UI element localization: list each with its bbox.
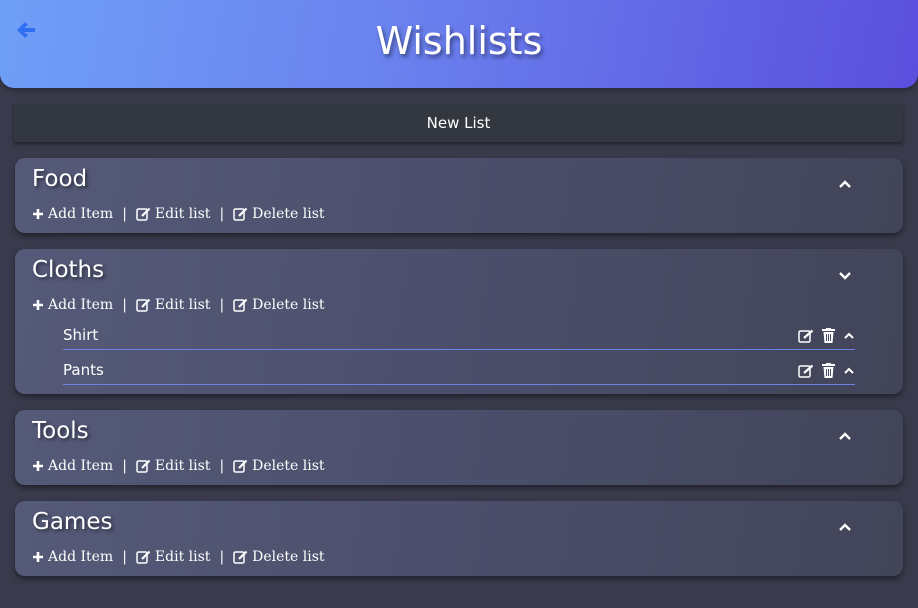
plus-icon bbox=[33, 552, 43, 562]
edit-icon bbox=[233, 298, 248, 312]
add-item-label: Add Item bbox=[48, 206, 114, 222]
page-title: Wishlists bbox=[375, 19, 543, 63]
list-title: Cloths bbox=[32, 257, 105, 283]
item-actions bbox=[798, 328, 855, 343]
edit-icon bbox=[136, 298, 151, 312]
edit-list-button[interactable]: Edit list bbox=[136, 295, 211, 315]
plus-icon bbox=[33, 461, 43, 471]
list-item-shirt: Shirt bbox=[63, 325, 855, 350]
separator: | bbox=[219, 549, 225, 565]
list-actions: Add Item | Edit list | Delete list bbox=[32, 456, 325, 476]
list-title: Games bbox=[32, 509, 113, 535]
list-card-cloths: Cloths Add Item | Edit list | Delete lis… bbox=[15, 249, 903, 394]
item-name: Pants bbox=[63, 361, 104, 379]
edit-list-button[interactable]: Edit list bbox=[136, 547, 211, 567]
list-item-pants: Pants bbox=[63, 360, 855, 385]
new-list-button[interactable]: New List bbox=[14, 104, 903, 142]
edit-icon bbox=[136, 459, 151, 473]
list-card-food: Food Add Item | Edit list | Delete list bbox=[15, 158, 903, 233]
chevron-up-icon[interactable] bbox=[838, 429, 852, 443]
add-item-button[interactable]: Add Item bbox=[32, 456, 113, 476]
list-title: Food bbox=[32, 166, 88, 192]
edit-list-button[interactable]: Edit list bbox=[136, 204, 211, 224]
chevron-down-icon[interactable] bbox=[838, 268, 852, 282]
add-item-button[interactable]: Add Item bbox=[32, 204, 113, 224]
list-actions: Add Item | Edit list | Delete list bbox=[32, 295, 325, 315]
plus-icon bbox=[33, 209, 43, 219]
separator: | bbox=[122, 206, 127, 222]
separator: | bbox=[122, 297, 127, 313]
separator: | bbox=[219, 297, 225, 313]
separator: | bbox=[122, 458, 127, 474]
edit-icon bbox=[233, 550, 248, 564]
delete-list-label: Delete list bbox=[252, 297, 325, 313]
edit-icon bbox=[136, 207, 151, 221]
list-actions: Add Item | Edit list | Delete list bbox=[32, 547, 325, 567]
edit-list-label: Edit list bbox=[154, 206, 211, 222]
delete-list-label: Delete list bbox=[252, 206, 325, 222]
trash-icon[interactable] bbox=[822, 328, 835, 343]
delete-list-button[interactable]: Delete list bbox=[233, 295, 325, 315]
edit-icon[interactable] bbox=[798, 364, 814, 378]
separator: | bbox=[122, 549, 127, 565]
delete-list-label: Delete list bbox=[252, 458, 325, 474]
list-card-games: Games Add Item | Edit list | Delete list bbox=[15, 501, 903, 576]
separator: | bbox=[219, 206, 225, 222]
edit-list-label: Edit list bbox=[154, 297, 211, 313]
header-bar: Wishlists bbox=[0, 0, 918, 88]
edit-list-label: Edit list bbox=[154, 549, 211, 565]
chevron-up-icon[interactable] bbox=[843, 330, 855, 342]
edit-icon bbox=[136, 550, 151, 564]
item-name: Shirt bbox=[63, 326, 99, 344]
add-item-button[interactable]: Add Item bbox=[32, 547, 113, 567]
delete-list-button[interactable]: Delete list bbox=[233, 204, 325, 224]
add-item-label: Add Item bbox=[48, 297, 114, 313]
chevron-up-icon[interactable] bbox=[843, 365, 855, 377]
edit-list-label: Edit list bbox=[154, 458, 211, 474]
edit-icon bbox=[233, 459, 248, 473]
chevron-up-icon[interactable] bbox=[838, 520, 852, 534]
list-title: Tools bbox=[32, 418, 89, 444]
add-item-label: Add Item bbox=[48, 549, 114, 565]
list-actions: Add Item | Edit list | Delete list bbox=[32, 204, 325, 224]
delete-list-button[interactable]: Delete list bbox=[233, 547, 325, 567]
separator: | bbox=[219, 458, 225, 474]
edit-list-button[interactable]: Edit list bbox=[136, 456, 211, 476]
edit-icon bbox=[233, 207, 248, 221]
add-item-button[interactable]: Add Item bbox=[32, 295, 113, 315]
list-card-tools: Tools Add Item | Edit list | Delete list bbox=[15, 410, 903, 485]
delete-list-button[interactable]: Delete list bbox=[233, 456, 325, 476]
trash-icon[interactable] bbox=[822, 363, 835, 378]
delete-list-label: Delete list bbox=[252, 549, 325, 565]
chevron-up-icon[interactable] bbox=[838, 177, 852, 191]
edit-icon[interactable] bbox=[798, 329, 814, 343]
plus-icon bbox=[33, 300, 43, 310]
item-actions bbox=[798, 363, 855, 378]
add-item-label: Add Item bbox=[48, 458, 114, 474]
